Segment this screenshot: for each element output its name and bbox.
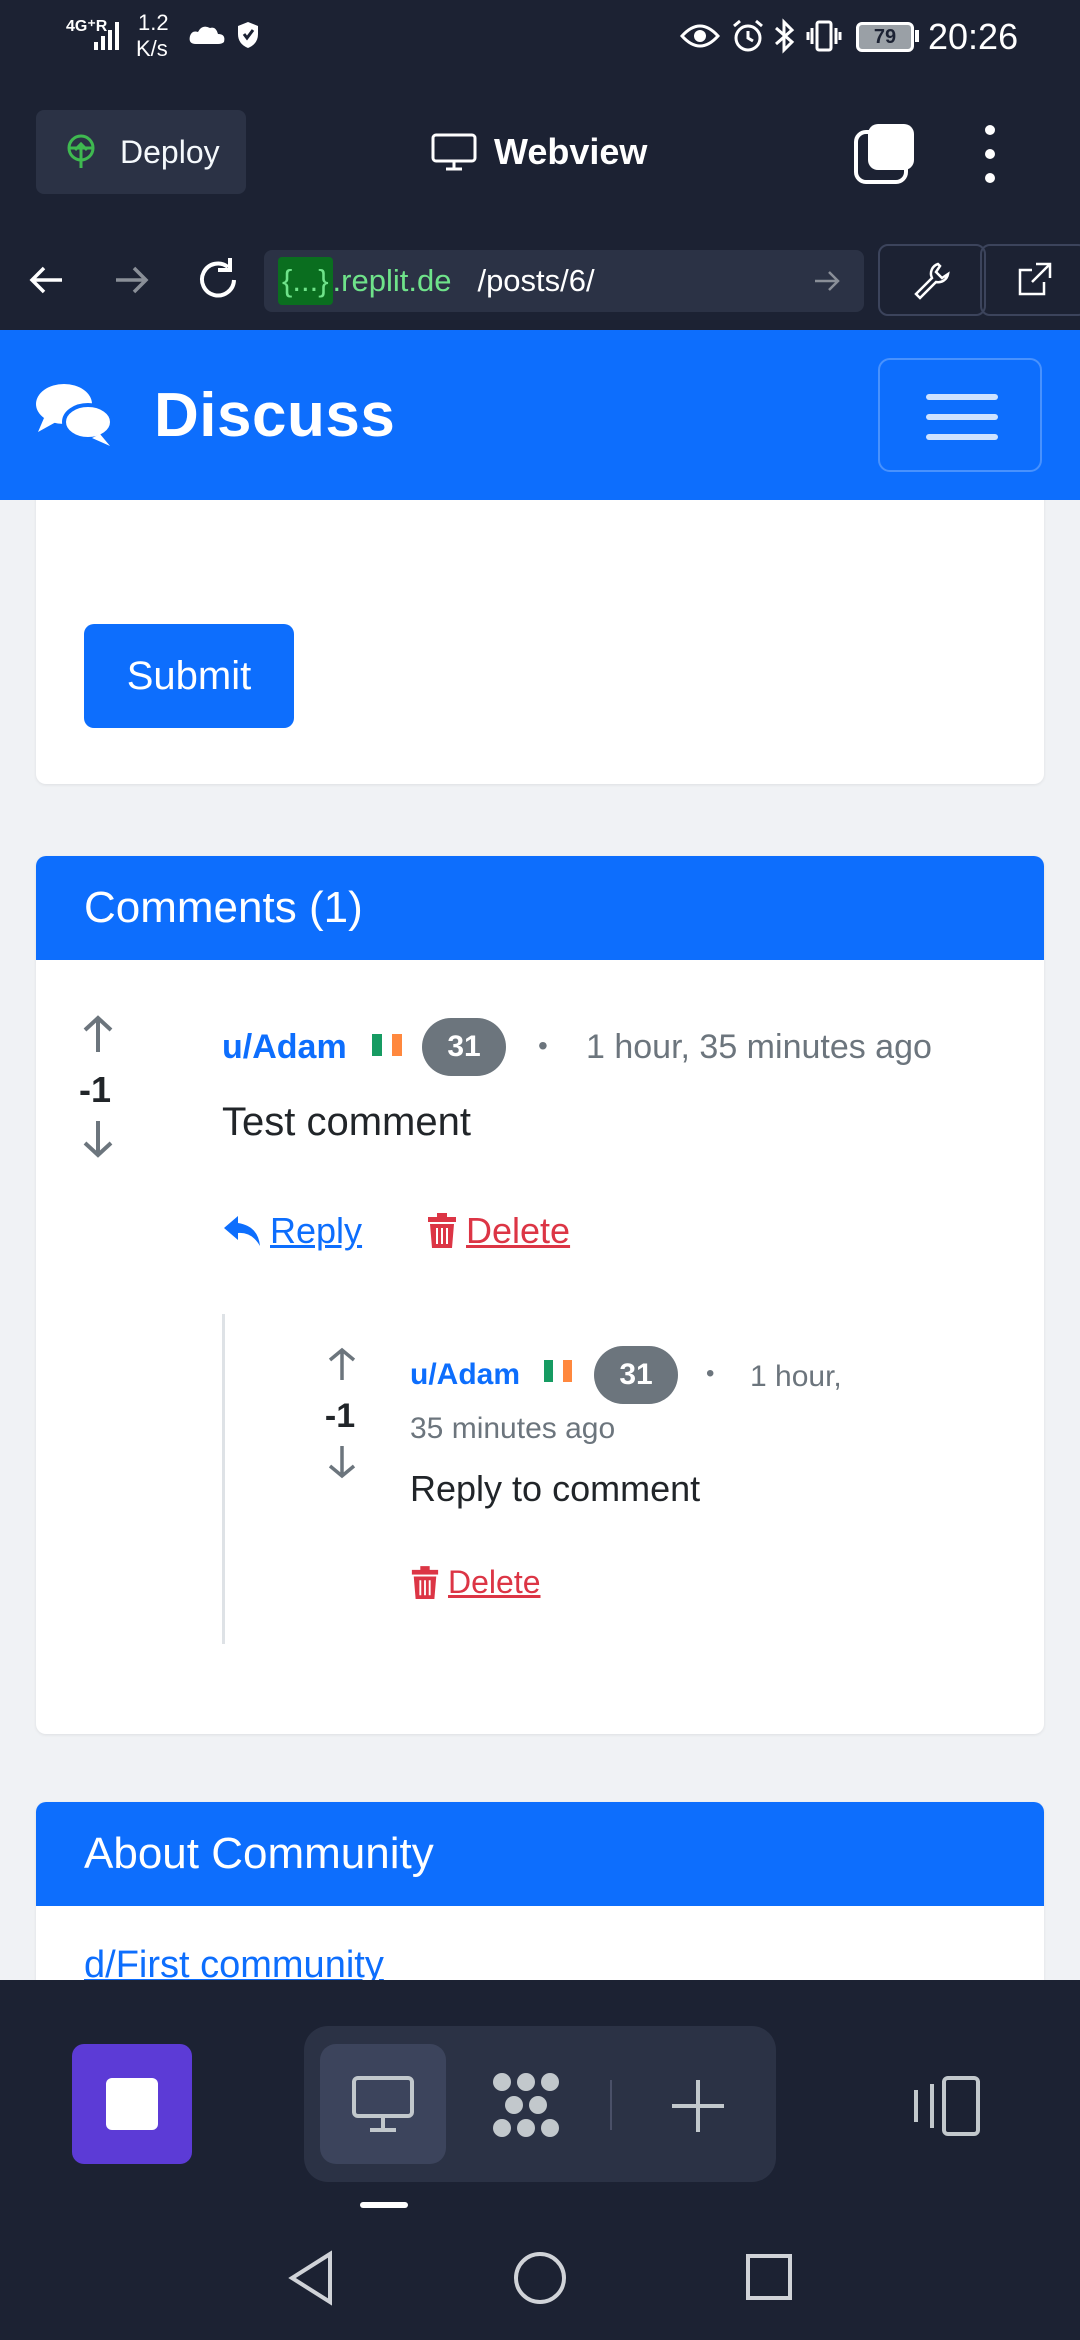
submit-button[interactable]: Submit	[84, 624, 294, 728]
reply-thread-line	[222, 1314, 225, 1644]
vote-score: -1	[78, 1069, 111, 1110]
more-options-icon[interactable]	[980, 122, 1000, 186]
downvote-icon[interactable]	[80, 1119, 116, 1159]
go-arrow-icon[interactable]	[812, 266, 842, 296]
webview-page: Discuss Submit Comments (1) -1 u/Adam 31…	[0, 330, 1080, 1980]
monitor-icon	[352, 2076, 414, 2132]
karma-badge: 31	[422, 1018, 506, 1076]
forward-arrow-icon[interactable]	[112, 260, 152, 300]
comment-author[interactable]: u/Adam	[410, 1358, 520, 1392]
deploy-icon	[67, 134, 95, 168]
delete-label: Delete	[448, 1564, 541, 1600]
downvote-icon[interactable]	[326, 1444, 358, 1480]
vote-column: -1	[78, 1014, 118, 1164]
speed-unit: K/s	[136, 36, 168, 61]
battery-icon: 79	[856, 22, 914, 52]
about-community-card: About Community d/First community	[36, 1802, 1044, 1980]
bluetooth-icon	[775, 18, 795, 54]
battery-level: 79	[873, 25, 897, 48]
eye-icon	[680, 24, 720, 48]
comment-body: Reply to comment	[410, 1468, 701, 1509]
comment-timestamp: 1 hour,	[750, 1360, 842, 1393]
comment-timestamp: 1 hour, 35 minutes ago	[586, 1028, 932, 1066]
trash-icon	[411, 1565, 439, 1599]
url-path: /posts/6/	[477, 263, 595, 298]
back-triangle-icon[interactable]	[286, 2250, 336, 2306]
about-header: About Community	[36, 1802, 1044, 1906]
comments-header: Comments (1)	[36, 856, 1044, 960]
upvote-icon[interactable]	[80, 1014, 116, 1054]
vote-score: -1	[324, 1397, 356, 1435]
meta-separator: •	[706, 1360, 715, 1387]
speed-value: 1.2	[138, 10, 169, 35]
comment-timestamp-cont: 35 minutes ago	[410, 1412, 616, 1445]
trash-icon	[428, 1213, 456, 1248]
stop-button[interactable]	[72, 2044, 192, 2164]
hamburger-icon	[926, 394, 998, 400]
webview-tool-button[interactable]	[320, 2044, 446, 2164]
stop-icon	[106, 2078, 158, 2130]
signal-icon	[94, 22, 119, 50]
webview-label: Webview	[494, 131, 648, 172]
menu-toggle-button[interactable]	[878, 358, 1042, 472]
ireland-flag-icon	[372, 1034, 402, 1056]
sidebar-toggle-icon[interactable]	[910, 2074, 982, 2138]
cloud-icon	[189, 26, 225, 44]
community-link[interactable]: d/First community	[84, 1944, 384, 1980]
back-arrow-icon[interactable]	[26, 260, 66, 300]
url-bar: {...} .replit.de /posts/6/	[0, 230, 1080, 330]
recents-square-icon[interactable]	[744, 2252, 794, 2302]
tool-group	[304, 2026, 776, 2182]
about-title: About Community	[84, 1829, 434, 1878]
deploy-label: Deploy	[120, 133, 220, 170]
vibrate-icon	[806, 20, 842, 52]
meta-separator: •	[538, 1030, 548, 1061]
delete-link[interactable]: Delete	[410, 1564, 541, 1601]
upvote-icon[interactable]	[326, 1346, 358, 1382]
tabs-icon[interactable]	[852, 122, 916, 186]
divider	[610, 2080, 612, 2130]
vote-column: -1	[322, 1346, 362, 1485]
home-circle-icon[interactable]	[512, 2250, 568, 2306]
open-external-button[interactable]	[980, 244, 1080, 316]
delete-label: Delete	[466, 1210, 571, 1251]
comment-body: Test comment	[222, 1100, 471, 1144]
url-field[interactable]: {...} .replit.de /posts/6/	[264, 250, 864, 312]
comments-card: Comments (1) -1 u/Adam 31 • 1 hour, 35 m…	[36, 856, 1044, 1734]
site-navbar: Discuss	[0, 330, 1080, 500]
ireland-flag-icon	[544, 1360, 572, 1382]
reply-link[interactable]: Reply	[222, 1210, 362, 1252]
karma-badge: 31	[594, 1346, 678, 1404]
delete-link[interactable]: Delete	[426, 1210, 570, 1252]
deploy-button[interactable]: Deploy	[36, 110, 246, 194]
external-link-icon	[1018, 262, 1052, 296]
url-domain-prefix: {...}	[278, 257, 333, 305]
replit-bottom-bar	[0, 1980, 1080, 2220]
alarm-icon	[733, 19, 763, 52]
site-brand[interactable]: Discuss	[154, 380, 395, 451]
reply-icon	[224, 1216, 260, 1246]
url-domain: .replit.de	[332, 263, 452, 298]
reload-icon[interactable]	[194, 256, 242, 304]
devtools-button[interactable]	[878, 244, 986, 316]
plus-icon[interactable]	[670, 2078, 726, 2134]
shield-icon	[238, 22, 258, 48]
comment-author[interactable]: u/Adam	[222, 1028, 347, 1067]
status-bar: 4G⁺R 1.2 K/s 79 20:26	[0, 0, 1080, 72]
replit-header: Deploy Webview	[0, 72, 1080, 232]
apps-grid-icon[interactable]	[488, 2070, 564, 2140]
home-indicator	[360, 2202, 408, 2208]
reply-label: Reply	[270, 1210, 363, 1251]
hamburger-line	[926, 434, 998, 440]
hamburger-line	[926, 414, 998, 420]
comments-title: Comments (1)	[84, 883, 363, 932]
wrench-icon	[914, 262, 950, 300]
webview-tab[interactable]: Webview	[430, 122, 647, 182]
android-nav-bar	[0, 2220, 1080, 2340]
monitor-icon	[431, 133, 477, 171]
clock: 20:26	[928, 16, 1019, 57]
comments-icon	[36, 384, 114, 446]
